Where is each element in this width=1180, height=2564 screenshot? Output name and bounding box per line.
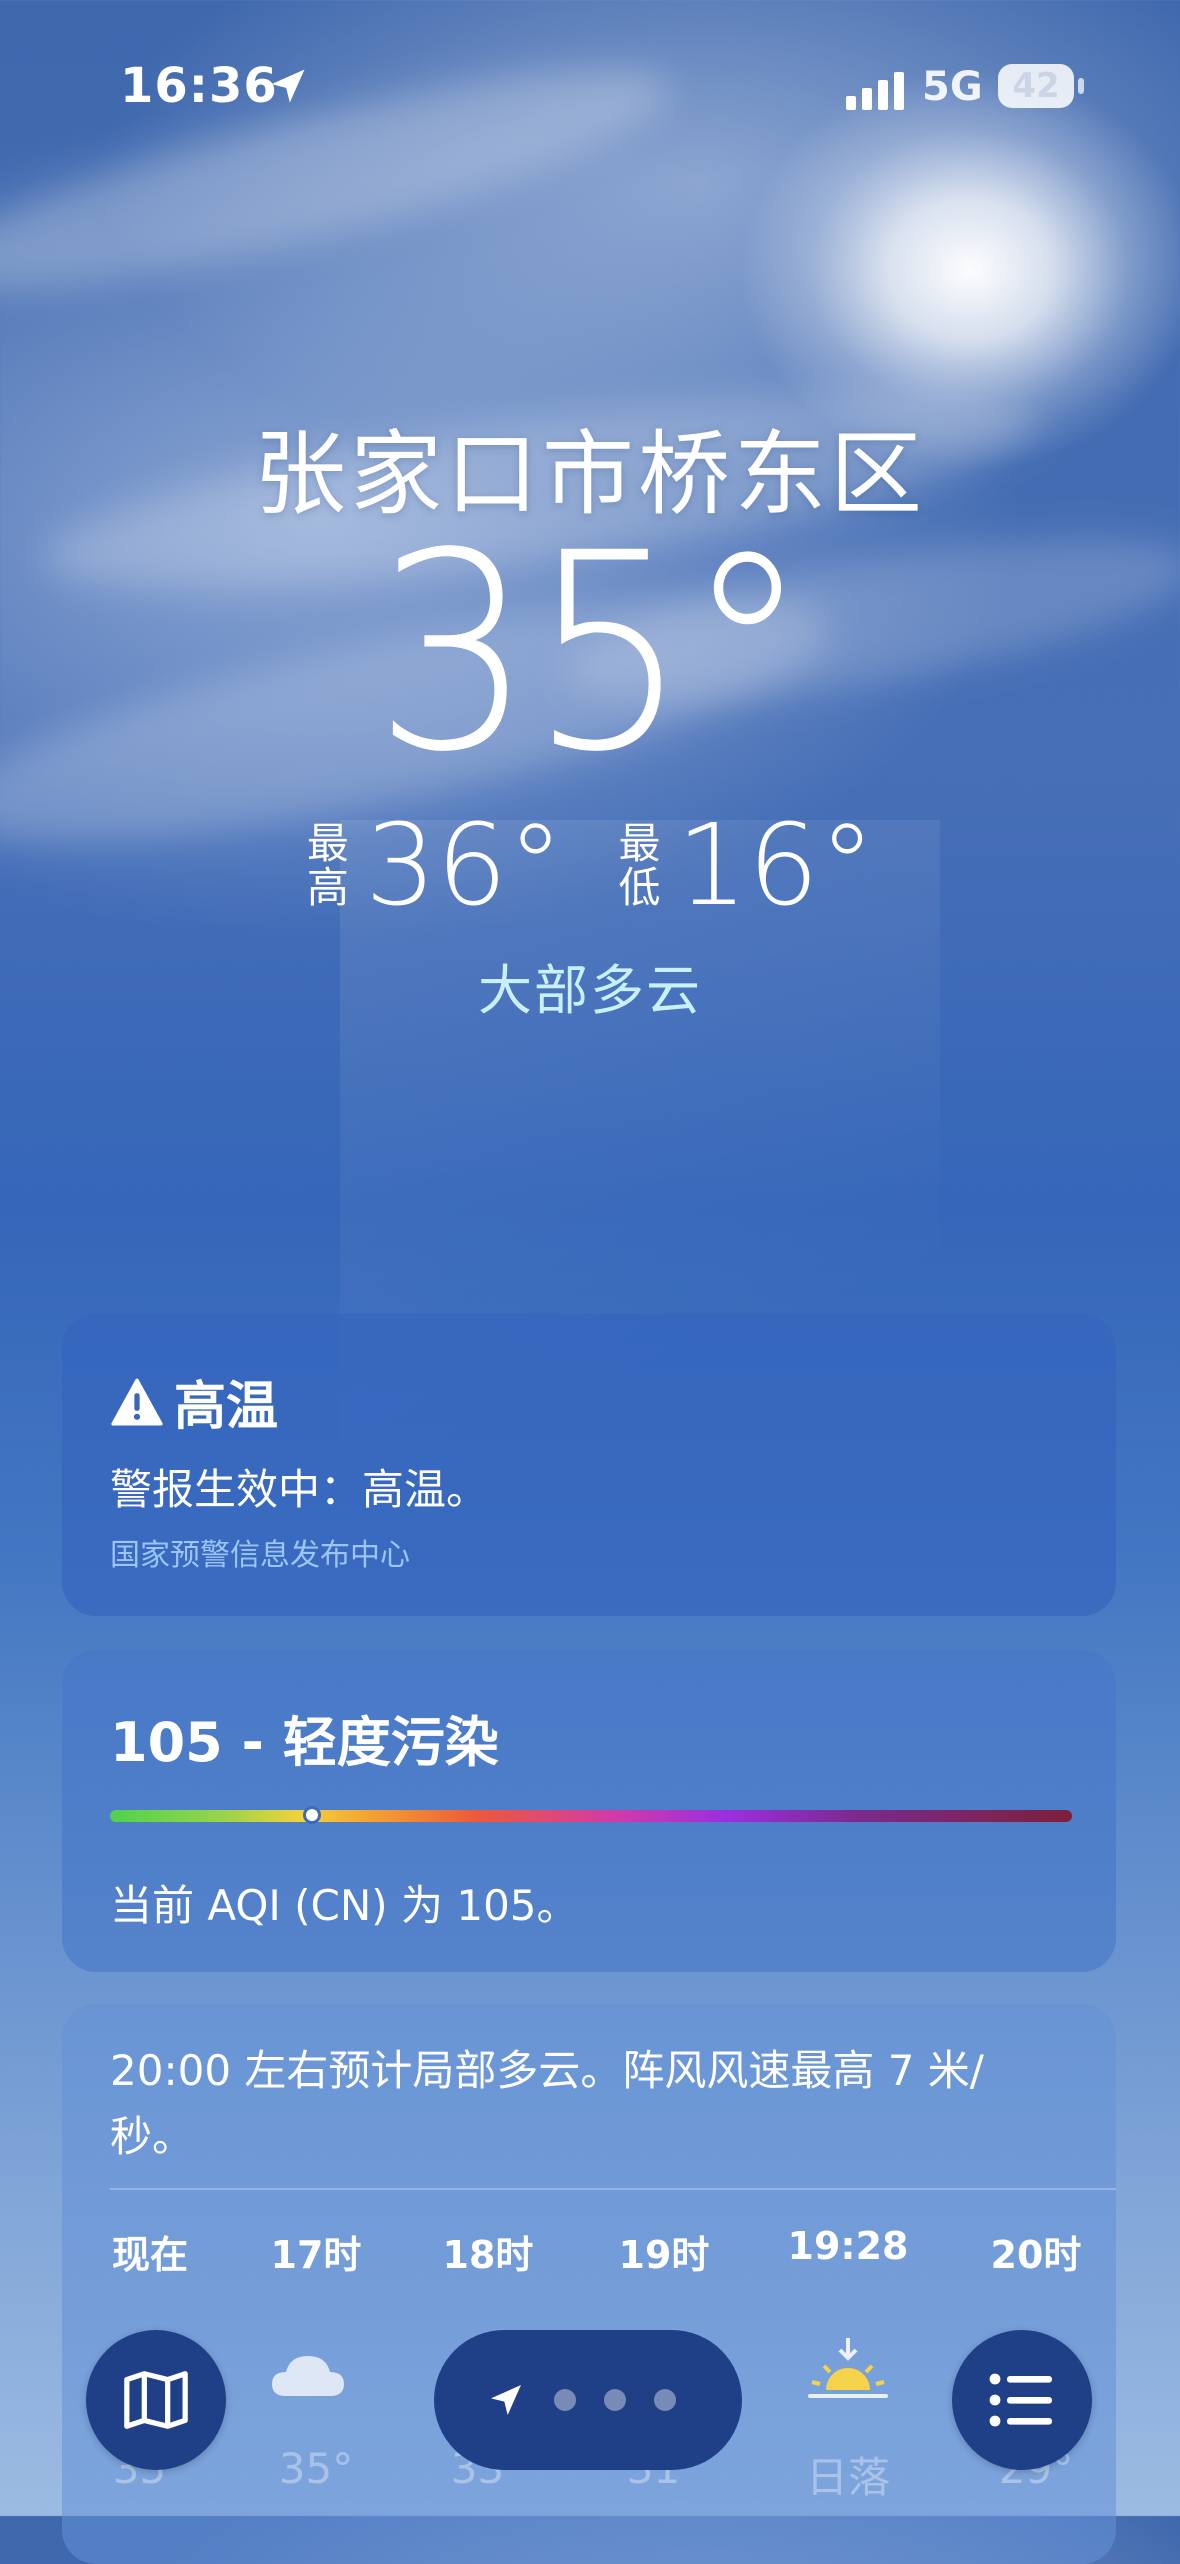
low-value: 16° [676, 801, 876, 931]
hour-label: 17时 [270, 2233, 362, 2277]
hour-temp: 35° [278, 2444, 354, 2493]
battery-tip [1078, 78, 1084, 94]
page-indicator[interactable] [434, 2330, 742, 2470]
current-temperature-value: 35° [373, 496, 810, 812]
aqi-card[interactable]: 105 - 轻度污染 当前 AQI (CN) 为 105。 [62, 1650, 1116, 1972]
location-arrow-icon [271, 69, 305, 103]
current-temperature: 35° [0, 518, 1180, 790]
low-label: 最低 [618, 819, 661, 912]
low-temperature: 最低 16° [617, 810, 876, 922]
list-icon [989, 2373, 1052, 2427]
cloud-icon [272, 2356, 344, 2396]
city-list-button[interactable] [952, 2330, 1092, 2470]
sunset-icon [808, 2338, 888, 2398]
battery-level: 42 [1012, 66, 1060, 106]
hourly-forecast-card[interactable]: 20:00 左右预计局部多云。阵风风速最高 7 米/秒。 现在 17时 18时 … [62, 2004, 1116, 2564]
alert-body: 警报生效中：高温。 [110, 1465, 489, 1514]
cellular-signal-icon [846, 66, 906, 110]
status-time: 16:36 [120, 58, 278, 114]
battery-icon: 42 [998, 64, 1074, 108]
alert-title-row: 高温 [110, 1364, 278, 1439]
alert-source-link[interactable]: 国家预警信息发布中心 [110, 1530, 410, 1574]
high-low: 最高 36° 最低 16° [0, 810, 1180, 922]
page-dot[interactable] [554, 2389, 576, 2411]
aqi-title: 105 - 轻度污染 [110, 1711, 499, 1774]
warning-icon [111, 1378, 163, 1425]
aqi-description: 当前 AQI (CN) 为 105。 [110, 1881, 579, 1930]
hour-label: 19:28 [787, 2224, 909, 2268]
page-dot[interactable] [604, 2389, 626, 2411]
alert-title: 高温 [174, 1377, 279, 1437]
hour-label: 20时 [990, 2233, 1082, 2277]
heat-alert-card[interactable]: 高温 警报生效中：高温。 国家预警信息发布中心 [62, 1314, 1116, 1616]
hour-label: 19时 [618, 2233, 710, 2277]
current-location-icon [491, 2385, 521, 2415]
network-type: 5G [922, 64, 983, 110]
forecast-summary: 20:00 左右预计局部多云。阵风风速最高 7 米/秒。 [110, 2046, 984, 2161]
weather-condition: 大部多云 [478, 959, 702, 1022]
map-icon [124, 2371, 188, 2429]
hour-temp: 日落 [805, 2453, 890, 2502]
aqi-scale-bar [110, 1810, 1072, 1822]
page-dot[interactable] [654, 2389, 676, 2411]
divider [110, 2188, 1116, 2190]
high-temperature: 最高 36° [305, 810, 564, 922]
high-label: 最高 [306, 819, 349, 912]
hour-label: 现在 [111, 2233, 188, 2277]
aqi-marker [303, 1806, 322, 1824]
hour-label: 18时 [442, 2233, 534, 2277]
map-button[interactable] [86, 2330, 226, 2470]
status-bar: 16:36 5G 42 [0, 0, 1180, 170]
high-value: 36° [364, 801, 564, 931]
